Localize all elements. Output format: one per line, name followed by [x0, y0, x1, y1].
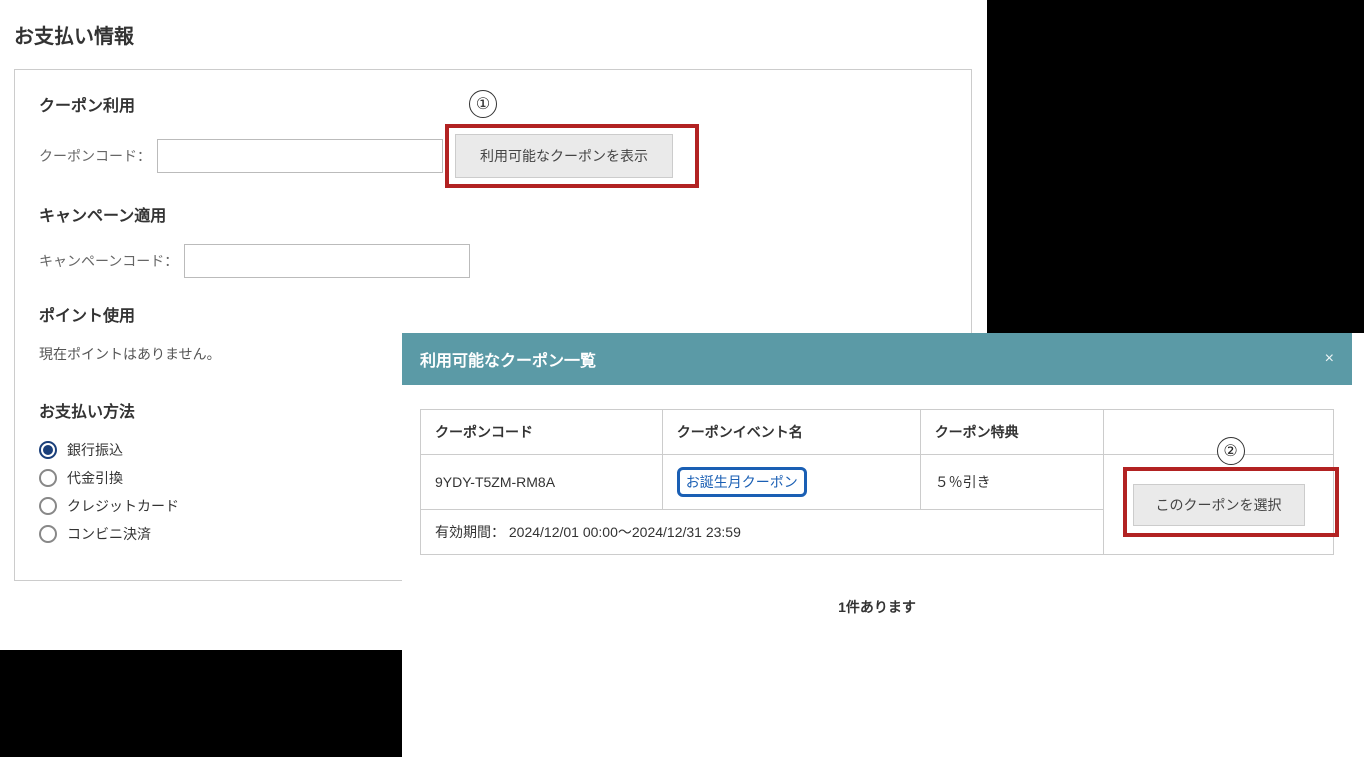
- coupon-code-input[interactable]: [157, 139, 443, 173]
- radio-icon: [39, 469, 57, 487]
- cell-code: 9YDY-T5ZM-RM8A: [421, 455, 663, 510]
- coupon-list-modal: 利用可能なクーポン一覧 × クーポンコード クーポンイベント名 クーポン特典 9…: [402, 333, 1352, 657]
- col-benefit: クーポン特典: [920, 410, 1103, 455]
- pay-option-label: 代金引換: [67, 468, 123, 488]
- col-event: クーポンイベント名: [662, 410, 920, 455]
- pay-option-label: 銀行振込: [67, 440, 123, 460]
- pay-option-label: クレジットカード: [67, 496, 179, 516]
- annotation-number-2: ②: [1217, 437, 1245, 465]
- cell-benefit: ５％引き: [920, 455, 1103, 510]
- radio-icon: [39, 441, 57, 459]
- validity-text: 有効期間： 2024/12/01 00:00～2024/12/31 23:59: [421, 510, 1104, 555]
- close-icon[interactable]: ×: [1325, 350, 1334, 368]
- show-coupons-button[interactable]: 利用可能なクーポンを表示: [455, 134, 673, 178]
- coupon-table: クーポンコード クーポンイベント名 クーポン特典 9YDY-T5ZM-RM8A …: [420, 409, 1334, 555]
- event-name-pill: お誕生月クーポン: [677, 467, 807, 497]
- select-coupon-button[interactable]: このクーポンを選択: [1133, 484, 1305, 526]
- cell-event: お誕生月クーポン: [662, 455, 920, 510]
- result-count: 1件あります: [420, 597, 1334, 617]
- cell-action: このクーポンを選択 ②: [1104, 455, 1334, 555]
- campaign-section: キャンペーン適用 キャンペーンコード：: [39, 202, 947, 278]
- pay-option-label: コンビニ決済: [67, 524, 151, 544]
- radio-icon: [39, 525, 57, 543]
- radio-icon: [39, 497, 57, 515]
- table-row: 9YDY-T5ZM-RM8A お誕生月クーポン ５％引き このクーポンを選択 ②: [421, 455, 1334, 510]
- points-heading: ポイント使用: [39, 302, 947, 326]
- modal-body: クーポンコード クーポンイベント名 クーポン特典 9YDY-T5ZM-RM8A …: [402, 385, 1352, 657]
- campaign-code-input[interactable]: [184, 244, 470, 278]
- campaign-code-label: キャンペーンコード：: [39, 251, 178, 271]
- modal-title: 利用可能なクーポン一覧: [420, 347, 596, 371]
- black-mask-right: [987, 0, 1364, 333]
- campaign-heading: キャンペーン適用: [39, 202, 947, 226]
- annotation-number-1: ①: [469, 90, 497, 118]
- col-code: クーポンコード: [421, 410, 663, 455]
- coupon-section: クーポン利用 クーポンコード： 利用可能なクーポンを表示 ①: [39, 92, 947, 178]
- modal-header: 利用可能なクーポン一覧 ×: [402, 333, 1352, 385]
- black-mask-bottom: [0, 650, 402, 757]
- coupon-code-label: クーポンコード：: [39, 146, 151, 166]
